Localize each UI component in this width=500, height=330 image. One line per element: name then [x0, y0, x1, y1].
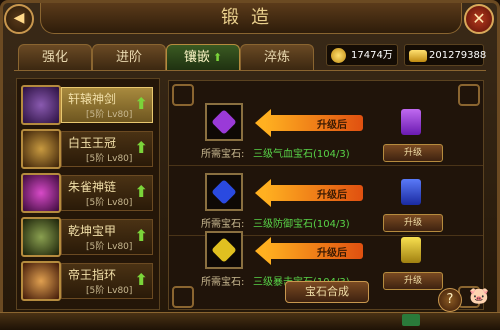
- upgraded-gem: [397, 107, 427, 137]
- upgrade-arrow-icon: ⬆: [134, 182, 148, 201]
- yellow-gem-icon: [401, 237, 421, 263]
- gold-value: 17474万: [351, 50, 393, 61]
- gold-coin-icon: [331, 48, 346, 63]
- title-bar: 锻造: [40, 3, 462, 34]
- back-arrow-icon: ◀: [13, 10, 25, 26]
- after-upgrade-label: 升级后: [317, 120, 347, 131]
- equipment-item[interactable]: 朱雀神链 [5阶 Lv80] ⬆: [21, 173, 155, 213]
- after-upgrade-label: 升级后: [317, 190, 347, 201]
- gem-slot[interactable]: [205, 231, 243, 269]
- tab-label: 淬炼: [263, 50, 290, 65]
- equipment-name: 帝王指环: [68, 268, 117, 282]
- after-upgrade-label: 升级后: [317, 248, 347, 259]
- blue-gem-icon: [211, 179, 237, 205]
- question-icon: ?: [446, 292, 454, 307]
- equipment-item[interactable]: 乾坤宝甲 [5阶 Lv80] ⬆: [21, 217, 155, 257]
- equipment-bar: 乾坤宝甲 [5阶 Lv80] ⬆: [61, 219, 153, 255]
- tab-inlay[interactable]: 镶嵌 ⬆: [166, 44, 240, 71]
- gem-row: 所需宝石: 三级气血宝石(104/3) 升级后 升级: [169, 95, 483, 166]
- equipment-list: 轩辕神剑 [5阶 Lv80] ⬆ 白玉王冠 [5阶 Lv80] ⬆ 朱雀神链 […: [16, 78, 160, 310]
- upgrade-arrow-icon: ⬆: [134, 270, 148, 289]
- equipment-bar: 白玉王冠 [5阶 Lv80] ⬆: [61, 131, 153, 167]
- tab-label: 镶嵌: [183, 50, 210, 65]
- upgrade-arrow-icon: ⬆: [134, 226, 148, 245]
- equipment-level: [5阶 Lv80]: [86, 198, 133, 208]
- gem-slot[interactable]: [205, 173, 243, 211]
- blue-gem-icon: [401, 179, 421, 205]
- tab-divider: [14, 70, 486, 71]
- equipment-level: [5阶 Lv80]: [86, 286, 133, 296]
- tab-advance[interactable]: 进阶: [92, 44, 166, 71]
- armor-icon: [21, 217, 61, 257]
- gold-ingot-icon: [409, 50, 427, 62]
- gem-panel: 所需宝石: 三级气血宝石(104/3) 升级后 升级 所需宝石: 三级防御宝石(…: [168, 80, 484, 310]
- equipment-level: [5阶 Lv80]: [86, 110, 133, 120]
- close-button[interactable]: ✕: [464, 4, 494, 34]
- equipment-name: 乾坤宝甲: [68, 224, 117, 238]
- window-title: 锻造: [221, 7, 281, 28]
- required-label: 所需宝石:: [201, 149, 245, 160]
- upgrade-button[interactable]: 升级: [383, 272, 443, 290]
- equipment-bar: 帝王指环 [5阶 Lv80] ⬆: [61, 263, 153, 299]
- equipment-item[interactable]: 帝王指环 [5阶 Lv80] ⬆: [21, 261, 155, 301]
- help-button[interactable]: ?: [438, 288, 462, 312]
- equipment-bar: 轩辕神剑 [5阶 Lv80] ⬆: [61, 87, 153, 123]
- equipment-name: 轩辕神剑: [68, 92, 117, 106]
- equipment-item[interactable]: 轩辕神剑 [5阶 Lv80] ⬆: [21, 85, 155, 125]
- pet-icon[interactable]: 🐷: [466, 286, 492, 310]
- required-label: 所需宝石:: [201, 277, 245, 288]
- upgraded-gem: [397, 235, 427, 265]
- corner-ornament: [172, 84, 194, 106]
- gem-slot[interactable]: [205, 103, 243, 141]
- gem-name: 三级气血宝石(104/3): [253, 149, 350, 160]
- upgrade-arrow-icon: ⬆: [134, 138, 148, 157]
- tab-label: 进阶: [115, 50, 142, 65]
- sword-icon: [21, 85, 61, 125]
- equipment-level: [5阶 Lv80]: [86, 242, 133, 252]
- equipment-name: 白玉王冠: [68, 136, 117, 150]
- gem-row: 所需宝石: 三级防御宝石(104/3) 升级后 升级: [169, 165, 483, 236]
- ingot-currency: 201279388: [404, 44, 487, 66]
- ring-icon: [21, 261, 61, 301]
- arrow-bar: [265, 243, 363, 259]
- crown-icon: [21, 129, 61, 169]
- close-icon: ✕: [472, 9, 486, 28]
- equipment-level: [5阶 Lv80]: [86, 154, 133, 164]
- gem-name: 三级防御宝石(104/3): [253, 219, 350, 230]
- corner-ornament: [172, 286, 194, 308]
- up-arrow-icon: ⬆: [212, 51, 223, 64]
- necklace-icon: [21, 173, 61, 213]
- gem-row: 所需宝石: 三级暴击宝石(104/3) 升级后 升级: [169, 231, 483, 290]
- arrow-bar: [265, 115, 363, 131]
- equipment-item[interactable]: 白玉王冠 [5阶 Lv80] ⬆: [21, 129, 155, 169]
- tab-temper[interactable]: 淬炼: [240, 44, 314, 71]
- equipment-name: 朱雀神链: [68, 180, 117, 194]
- bottom-bar: [0, 312, 500, 330]
- tab-strengthen[interactable]: 强化: [18, 44, 92, 71]
- upgraded-gem: [397, 177, 427, 207]
- ingot-value: 201279388: [429, 50, 487, 61]
- upgrade-button[interactable]: 升级: [383, 144, 443, 162]
- upgrade-arrow-icon: ⬆: [134, 94, 148, 113]
- purple-gem-icon: [401, 109, 421, 135]
- purple-gem-icon: [211, 109, 237, 135]
- required-label: 所需宝石:: [201, 219, 245, 230]
- back-button[interactable]: ◀: [4, 4, 34, 34]
- arrow-bar: [265, 185, 363, 201]
- corner-ornament: [458, 84, 480, 106]
- yellow-gem-icon: [211, 237, 237, 263]
- game-logo-icon: [402, 314, 420, 326]
- upgrade-button[interactable]: 升级: [383, 214, 443, 232]
- gold-currency: 17474万: [326, 44, 398, 66]
- tab-label: 强化: [41, 50, 68, 65]
- gem-synthesis-button[interactable]: 宝石合成: [285, 281, 369, 303]
- equipment-bar: 朱雀神链 [5阶 Lv80] ⬆: [61, 175, 153, 211]
